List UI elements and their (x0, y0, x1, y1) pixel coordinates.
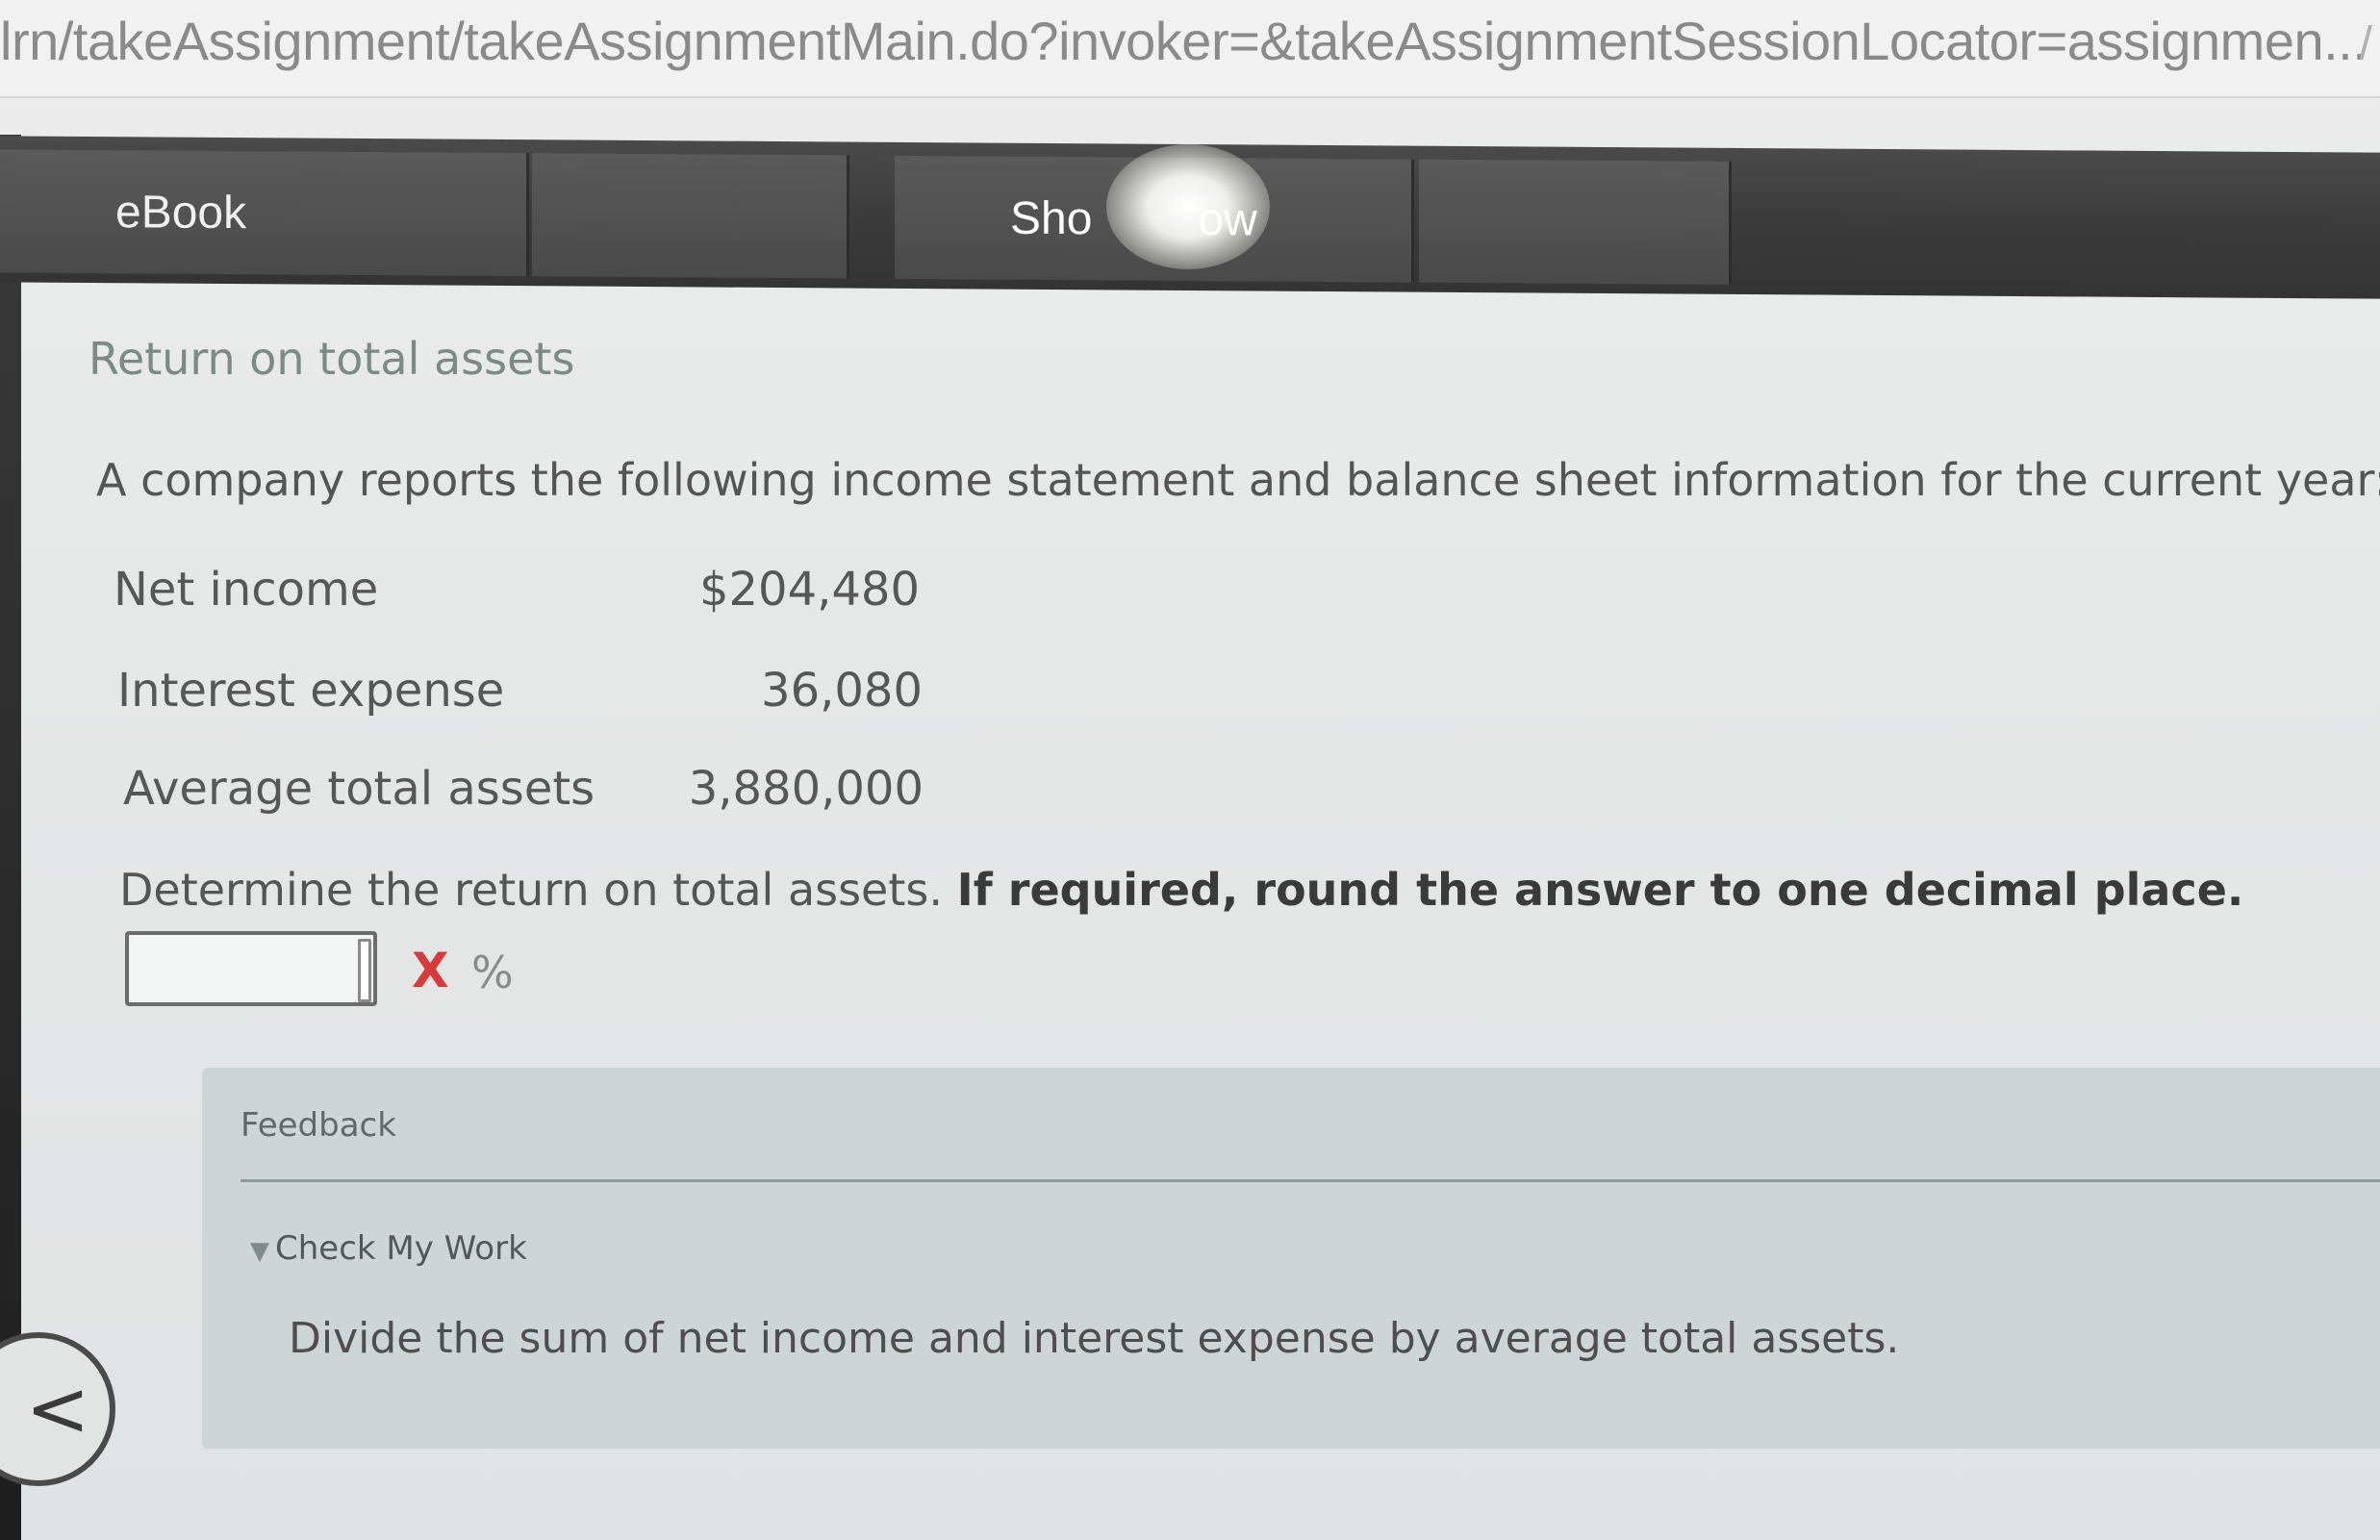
data-row-label: Net income (114, 563, 379, 617)
data-row-label: Interest expense (117, 664, 505, 718)
x-icon: X (412, 943, 449, 998)
toolbar-button-blank-2[interactable] (1419, 159, 1732, 285)
url-text[interactable]: lrn/takeAssignment/takeAssignmentMain.do… (0, 10, 2367, 72)
ebook-label: eBook (115, 186, 247, 239)
address-bar-edge-icon: / (2359, 18, 2372, 69)
question-text: Determine the return on total assets. If… (119, 864, 2243, 916)
data-row-label: Average total assets (123, 762, 595, 816)
feedback-title: Feedback (241, 1106, 396, 1145)
feedback-divider (241, 1179, 2380, 1182)
show-label: Sho (1010, 192, 1093, 244)
check-my-work-toggle[interactable]: ▼ Check My Work (250, 1229, 527, 1268)
data-row-value: 3,880,000 (688, 762, 924, 816)
check-my-work-label: Check My Work (275, 1229, 527, 1268)
toolbar-button-blank[interactable] (532, 153, 849, 279)
chevron-left-icon: < (25, 1364, 90, 1453)
assignment-page: lrn/takeAssignment/takeAssignmentMain.do… (0, 0, 2380, 1540)
question-plain: Determine the return on total assets. (119, 864, 957, 916)
feedback-hint: Divide the sum of net income and interes… (289, 1314, 1900, 1363)
feedback-panel: Feedback ▼ Check My Work Divide the sum o… (202, 1068, 2380, 1449)
data-row-value: 36,080 (761, 664, 923, 718)
ebook-button[interactable]: eBook (0, 149, 529, 277)
question-bold: If required, round the answer to one dec… (956, 864, 2244, 916)
back-button[interactable]: < (0, 1332, 115, 1486)
window-edge (0, 135, 21, 1540)
problem-intro: A company reports the following income s… (96, 454, 2380, 506)
screen-glare (1106, 144, 1270, 269)
answer-input[interactable] (125, 931, 377, 1006)
data-row-value: $204,480 (698, 563, 920, 617)
percent-unit: % (471, 947, 514, 998)
address-bar[interactable]: lrn/takeAssignment/takeAssignmentMain.do… (0, 0, 2380, 98)
text-cursor-icon (358, 939, 371, 1002)
triangle-down-icon: ▼ (250, 1237, 269, 1266)
problem-title: Return on total assets (89, 333, 575, 385)
